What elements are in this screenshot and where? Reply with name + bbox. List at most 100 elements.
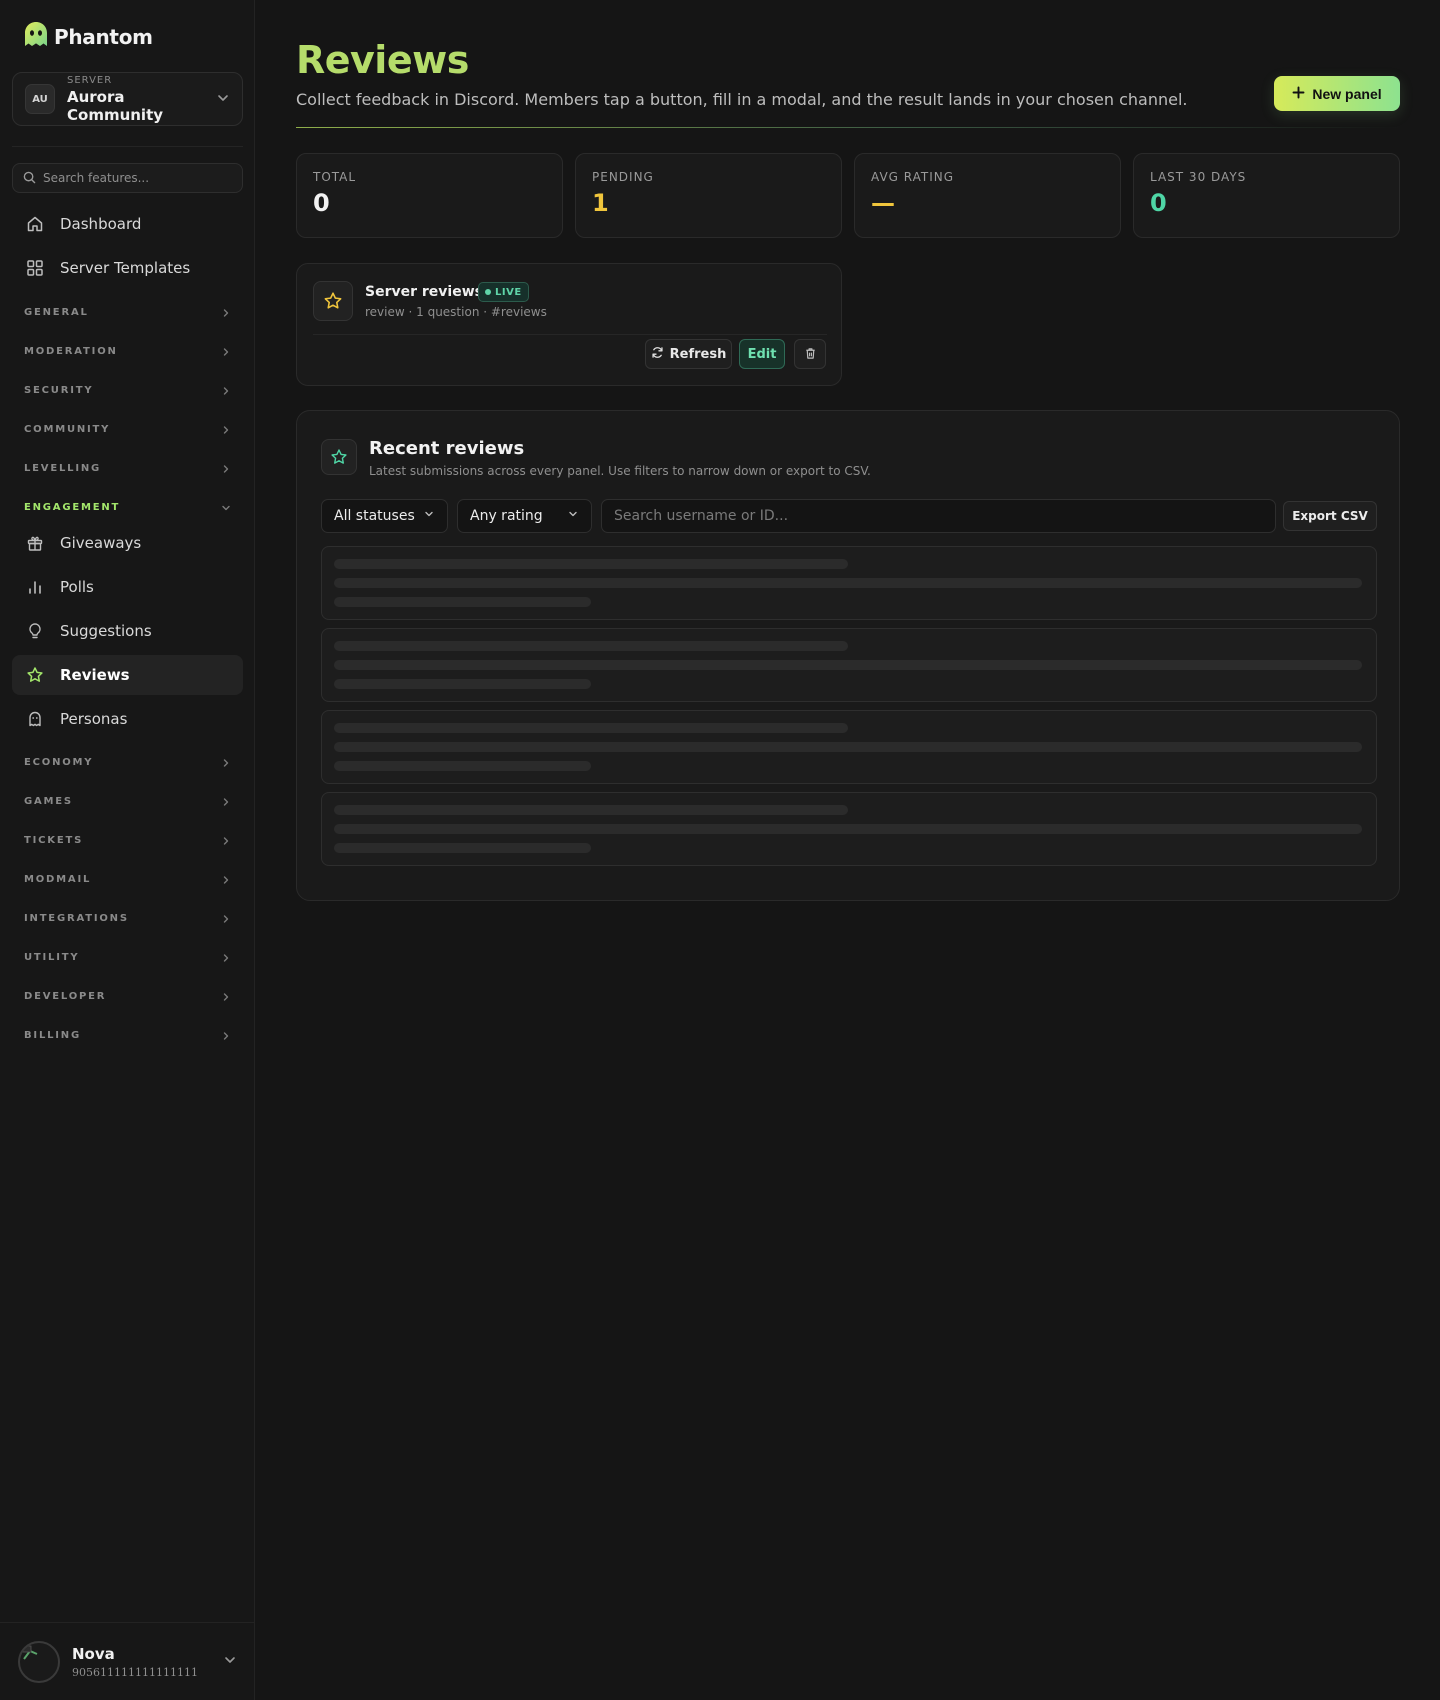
section-engagement[interactable]: ENGAGEMENT xyxy=(12,495,243,519)
section-community[interactable]: COMMUNITY xyxy=(12,417,243,441)
server-name: Aurora Community xyxy=(67,87,164,124)
section-label: DEVELOPER xyxy=(24,990,107,1002)
section-security[interactable]: SECURITY xyxy=(12,378,243,402)
ghost-icon xyxy=(25,709,45,729)
refresh-icon xyxy=(651,346,664,363)
chevron-right-icon xyxy=(221,792,231,811)
nav-label: Dashboard xyxy=(60,215,142,233)
brand-name: Phantom xyxy=(54,25,153,49)
chevron-right-icon xyxy=(221,831,231,850)
recent-reviews-card: Recent reviews Latest submissions across… xyxy=(296,410,1400,901)
stat-total: TOTAL 0 xyxy=(296,153,563,238)
home-icon xyxy=(25,214,45,234)
recent-reviews-title: Recent reviews xyxy=(369,438,525,459)
search-icon xyxy=(23,169,36,188)
feature-search xyxy=(12,163,243,193)
nav-giveaways[interactable]: Giveaways xyxy=(12,523,243,563)
section-modmail[interactable]: MODMAIL xyxy=(12,867,243,891)
gift-icon xyxy=(25,533,45,553)
loading-row xyxy=(321,546,1377,620)
section-label: GAMES xyxy=(24,795,73,807)
panel-meta: review · 1 question · #reviews xyxy=(365,305,547,319)
page-title: Reviews xyxy=(296,38,469,82)
section-label: LEVELLING xyxy=(24,462,102,474)
chevron-right-icon xyxy=(221,342,231,361)
chevron-right-icon xyxy=(221,870,231,889)
section-games[interactable]: GAMES xyxy=(12,789,243,813)
bar-chart-icon xyxy=(25,577,45,597)
avatar xyxy=(18,1640,60,1683)
new-panel-button[interactable]: New panel xyxy=(1274,76,1400,111)
nav-dashboard[interactable]: Dashboard xyxy=(12,204,243,244)
section-utility[interactable]: UTILITY xyxy=(12,945,243,969)
new-panel-label: New panel xyxy=(1312,85,1382,102)
title-divider xyxy=(296,127,1400,128)
nav-server-templates[interactable]: Server Templates xyxy=(12,248,243,288)
section-general[interactable]: GENERAL xyxy=(12,300,243,324)
section-label: MODMAIL xyxy=(24,873,92,885)
status-filter-select[interactable]: All statuses xyxy=(321,499,448,533)
nav-suggestions[interactable]: Suggestions xyxy=(12,611,243,651)
sidebar: Phantom AU SERVER Aurora Community Dashb… xyxy=(0,0,255,1700)
stat-value: 0 xyxy=(313,189,330,217)
chevron-right-icon xyxy=(221,1026,231,1045)
skeleton-line xyxy=(334,679,591,689)
stat-avg-rating: AVG RATING — xyxy=(854,153,1121,238)
section-levelling[interactable]: LEVELLING xyxy=(12,456,243,480)
section-label: ENGAGEMENT xyxy=(24,501,121,513)
server-caption: SERVER xyxy=(67,74,113,86)
nav-label: Polls xyxy=(60,578,94,596)
rating-filter-select[interactable]: Any rating xyxy=(457,499,592,533)
nav-reviews[interactable]: Reviews xyxy=(12,655,243,695)
nav-label: Server Templates xyxy=(60,259,191,277)
chevron-right-icon xyxy=(221,987,231,1006)
section-label: UTILITY xyxy=(24,951,80,963)
server-avatar: AU xyxy=(25,84,55,114)
stat-caption: PENDING xyxy=(592,170,654,184)
skeleton-line xyxy=(334,578,1362,588)
refresh-button[interactable]: Refresh xyxy=(645,339,732,369)
review-panel-card: Server reviews LIVE review · 1 question … xyxy=(296,263,842,386)
star-icon xyxy=(25,665,45,685)
section-billing[interactable]: BILLING xyxy=(12,1023,243,1047)
section-developer[interactable]: DEVELOPER xyxy=(12,984,243,1008)
section-label: BILLING xyxy=(24,1029,81,1041)
sidebar-divider xyxy=(12,146,243,147)
review-search-input[interactable] xyxy=(601,499,1276,533)
section-tickets[interactable]: TICKETS xyxy=(12,828,243,852)
stat-caption: AVG RATING xyxy=(871,170,955,184)
chevron-down-icon xyxy=(223,1652,237,1671)
export-csv-button[interactable]: Export CSV xyxy=(1283,501,1377,531)
section-integrations[interactable]: INTEGRATIONS xyxy=(12,906,243,930)
trash-icon xyxy=(804,345,817,364)
section-label: TICKETS xyxy=(24,834,84,846)
section-economy[interactable]: ECONOMY xyxy=(12,750,243,774)
star-icon xyxy=(321,439,357,475)
status-filter-value: All statuses xyxy=(334,508,415,524)
server-selector[interactable]: AU SERVER Aurora Community xyxy=(12,72,243,126)
delete-button[interactable] xyxy=(794,339,826,369)
section-label: GENERAL xyxy=(24,306,89,318)
user-menu[interactable]: Nova 905611111111111111 xyxy=(0,1622,255,1700)
feature-search-input[interactable] xyxy=(43,171,232,185)
section-moderation[interactable]: MODERATION xyxy=(12,339,243,363)
chevron-right-icon xyxy=(221,459,231,478)
chevron-right-icon xyxy=(221,753,231,772)
nav-polls[interactable]: Polls xyxy=(12,567,243,607)
skeleton-line xyxy=(334,559,848,569)
chevron-down-icon xyxy=(423,508,435,524)
nav-personas[interactable]: Personas xyxy=(12,699,243,739)
user-name: Nova xyxy=(72,1644,115,1663)
stat-value: — xyxy=(871,189,895,217)
skeleton-line xyxy=(334,597,591,607)
user-id: 905611111111111111 xyxy=(72,1665,198,1679)
section-label: COMMUNITY xyxy=(24,423,111,435)
live-dot-icon xyxy=(485,289,491,295)
status-badge: LIVE xyxy=(478,282,529,302)
page-subtitle: Collect feedback in Discord. Members tap… xyxy=(296,90,1188,109)
chevron-right-icon xyxy=(221,909,231,928)
lightbulb-icon xyxy=(25,621,45,641)
edit-button[interactable]: Edit xyxy=(739,339,785,369)
brand-logo[interactable]: Phantom xyxy=(22,20,153,54)
skeleton-line xyxy=(334,723,848,733)
